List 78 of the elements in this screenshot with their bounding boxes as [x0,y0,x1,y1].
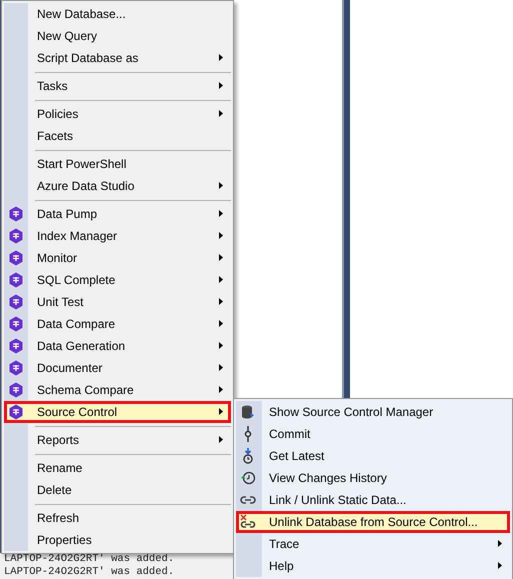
hexagon-icon [8,250,24,266]
menu-item[interactable]: Data Generation [4,335,231,357]
menu-item[interactable]: Azure Data Studio [4,175,231,197]
menu-item[interactable]: Unlink Database from Source Control... [236,511,510,533]
menu-label: Tasks [36,78,69,95]
database-icon [240,404,256,420]
menu-item[interactable]: Link / Unlink Static Data... [236,489,510,511]
menu-item[interactable]: Tasks [4,75,231,97]
menu-label: Start PowerShell [36,156,128,173]
menu-label: Delete [36,482,73,499]
menu-label: Properties [36,532,93,549]
menu-label: New Database... [36,6,127,23]
menu-item[interactable]: Delete [4,479,231,501]
unlink-icon [240,514,256,530]
menu-item[interactable]: Data Pump [4,203,231,225]
menu-label: New Query [36,28,98,45]
splitter-bar[interactable] [342,0,350,399]
menu-item[interactable]: Script Database as [4,47,231,69]
menu-label: Unlink Database from Source Control... [268,514,479,531]
menu-label: Data Generation [36,338,126,355]
menu-label: Get Latest [268,448,326,465]
menu-label: View Changes History [268,470,388,487]
menu-label: Help [268,558,295,575]
menu-item[interactable]: Get Latest [236,445,510,467]
hexagon-icon [8,360,24,376]
menu-item[interactable]: Help [236,555,510,577]
log-line: LAPTOP-24O2G2RT' was added. [4,566,176,579]
menu-item[interactable]: Properties [4,529,231,551]
menu-label: Facets [36,128,74,145]
menu-item[interactable]: Rename [4,457,231,479]
menu-item[interactable]: Start PowerShell [4,153,231,175]
menu-item[interactable]: New Query [4,25,231,47]
menu-item[interactable]: Documenter [4,357,231,379]
menu-label: Monitor [36,250,78,267]
menu-label: Link / Unlink Static Data... [268,492,408,509]
hexagon-icon [8,228,24,244]
menu-item[interactable]: Refresh [4,507,231,529]
menu-item[interactable]: View Changes History [236,467,510,489]
menu-item[interactable]: Index Manager [4,225,231,247]
menu-item[interactable]: Schema Compare [4,379,231,401]
menu-label: Source Control [36,404,118,421]
menu-label: Policies [36,106,80,123]
menu-item[interactable]: SQL Complete [4,269,231,291]
menu-label: Documenter [36,360,104,377]
menu-label: Azure Data Studio [36,178,136,195]
menu-label: Schema Compare [36,382,135,399]
hexagon-icon [8,316,24,332]
menu-item[interactable]: Trace [236,533,510,555]
menu-item[interactable]: Show Source Control Manager [236,401,510,423]
menu-item[interactable]: Monitor [4,247,231,269]
menu-label: Reports [36,432,80,449]
log-line: LAPTOP-24O2G2RT' was added. [4,553,176,566]
hexagon-icon [8,338,24,354]
hexagon-icon [8,404,24,420]
menu-item[interactable]: Commit [236,423,510,445]
menu-label: Script Database as [36,50,140,67]
menu-label: Unit Test [36,294,84,311]
hexagon-icon [8,382,24,398]
menu-item[interactable]: Source Control [4,401,231,423]
hexagon-icon [8,272,24,288]
menu-label: Commit [268,426,312,443]
menu-item[interactable]: Data Compare [4,313,231,335]
menu-label: Show Source Control Manager [268,404,434,421]
hexagon-icon [8,294,24,310]
hexagon-icon [8,206,24,222]
menu-item[interactable]: Reports [4,429,231,451]
menu-label: Trace [268,536,300,553]
menu-item[interactable]: New Database... [4,3,231,25]
history-icon [240,470,256,486]
menu-label: Refresh [36,510,80,527]
menu-label: Rename [36,460,84,477]
menu-label: Data Pump [36,206,98,223]
menu-label: Index Manager [36,228,118,245]
menu-label: SQL Complete [36,272,116,289]
menu-item[interactable]: Policies [4,103,231,125]
menu-label: Data Compare [36,316,116,333]
menu-item[interactable]: Facets [4,125,231,147]
menu-item[interactable]: Unit Test [4,291,231,313]
